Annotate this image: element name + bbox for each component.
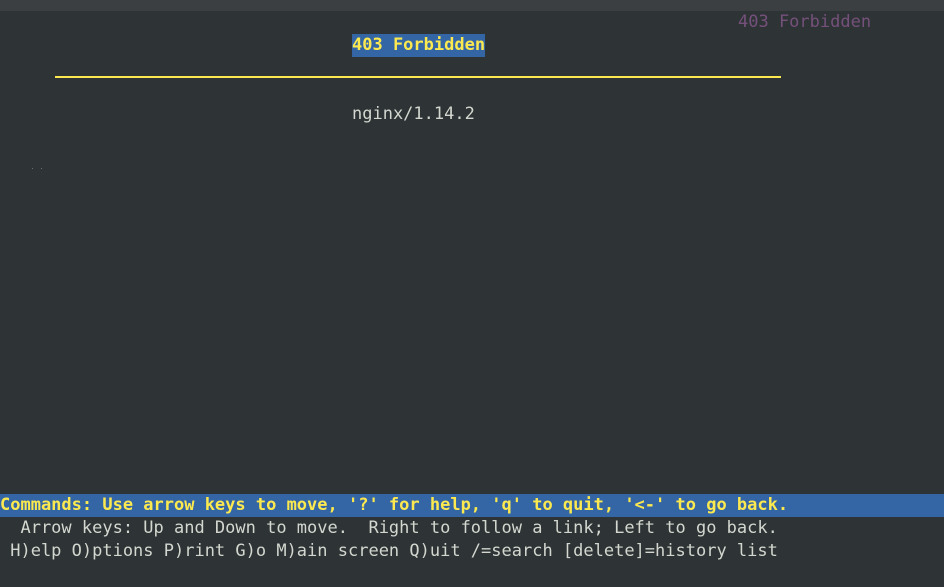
- dot: [32, 168, 33, 169]
- help-line-navigation: Arrow keys: Up and Down to move. Right t…: [0, 518, 778, 538]
- server-signature: nginx/1.14.2: [352, 104, 475, 124]
- horizontal-rule: [55, 76, 781, 78]
- help-line-commands: H)elp O)ptions P)rint G)o M)ain screen Q…: [0, 541, 778, 561]
- status-bar-text: Commands: Use arrow keys to move, '?' fo…: [0, 495, 789, 515]
- document-heading: 403 Forbidden: [352, 34, 486, 57]
- terminal-top-edge: [0, 0, 944, 11]
- page-title: 403 Forbidden: [738, 12, 872, 32]
- stray-dots: [32, 168, 46, 170]
- dot: [41, 168, 42, 169]
